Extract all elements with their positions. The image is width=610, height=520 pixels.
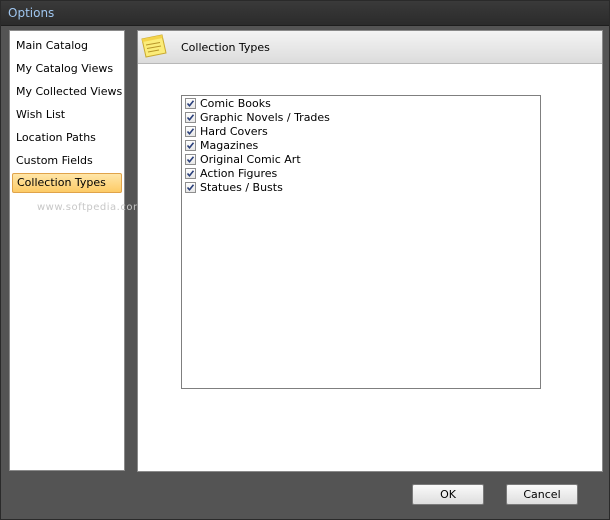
checkbox-checked[interactable] [185,112,196,123]
item-label: Statues / Busts [200,181,283,194]
checkbox-checked[interactable] [185,154,196,165]
item-label: Original Comic Art [200,153,301,166]
item-label: Hard Covers [200,125,268,138]
options-sidebar: Main Catalog My Catalog Views My Collect… [9,30,125,471]
sidebar-item-wish-list[interactable]: Wish List [12,105,122,125]
sidebar-item-my-catalog-views[interactable]: My Catalog Views [12,59,122,79]
note-icon [140,33,170,61]
checkbox-checked[interactable] [185,168,196,179]
content-panel: Collection Types Comic Books Graphic Nov… [137,30,603,472]
watermark: www.softpedia.com [37,202,144,213]
item-label: Graphic Novels / Trades [200,111,330,124]
sidebar-item-my-collected-views[interactable]: My Collected Views [12,82,122,102]
sidebar-item-main-catalog[interactable]: Main Catalog [12,36,122,56]
window-title: Options [8,6,55,20]
options-window: Options Main Catalog My Catalog Views My… [0,0,610,520]
item-label: Magazines [200,139,259,152]
checkbox-checked[interactable] [185,182,196,193]
item-label: Comic Books [200,97,271,110]
checkbox-checked[interactable] [185,140,196,151]
collection-types-list: Comic Books Graphic Novels / Trades Hard… [181,95,541,389]
item-label: Action Figures [200,167,278,180]
panel-title: Collection Types [181,41,270,54]
ok-button[interactable]: OK [412,484,484,505]
checkbox-checked[interactable] [185,126,196,137]
sidebar-item-custom-fields[interactable]: Custom Fields [12,151,122,171]
cancel-button[interactable]: Cancel [506,484,578,505]
title-bar[interactable]: Options [1,1,609,26]
checkbox-checked[interactable] [185,98,196,109]
sidebar-item-location-paths[interactable]: Location Paths [12,128,122,148]
panel-header: Collection Types [138,31,602,64]
sidebar-item-collection-types[interactable]: Collection Types [12,173,122,193]
